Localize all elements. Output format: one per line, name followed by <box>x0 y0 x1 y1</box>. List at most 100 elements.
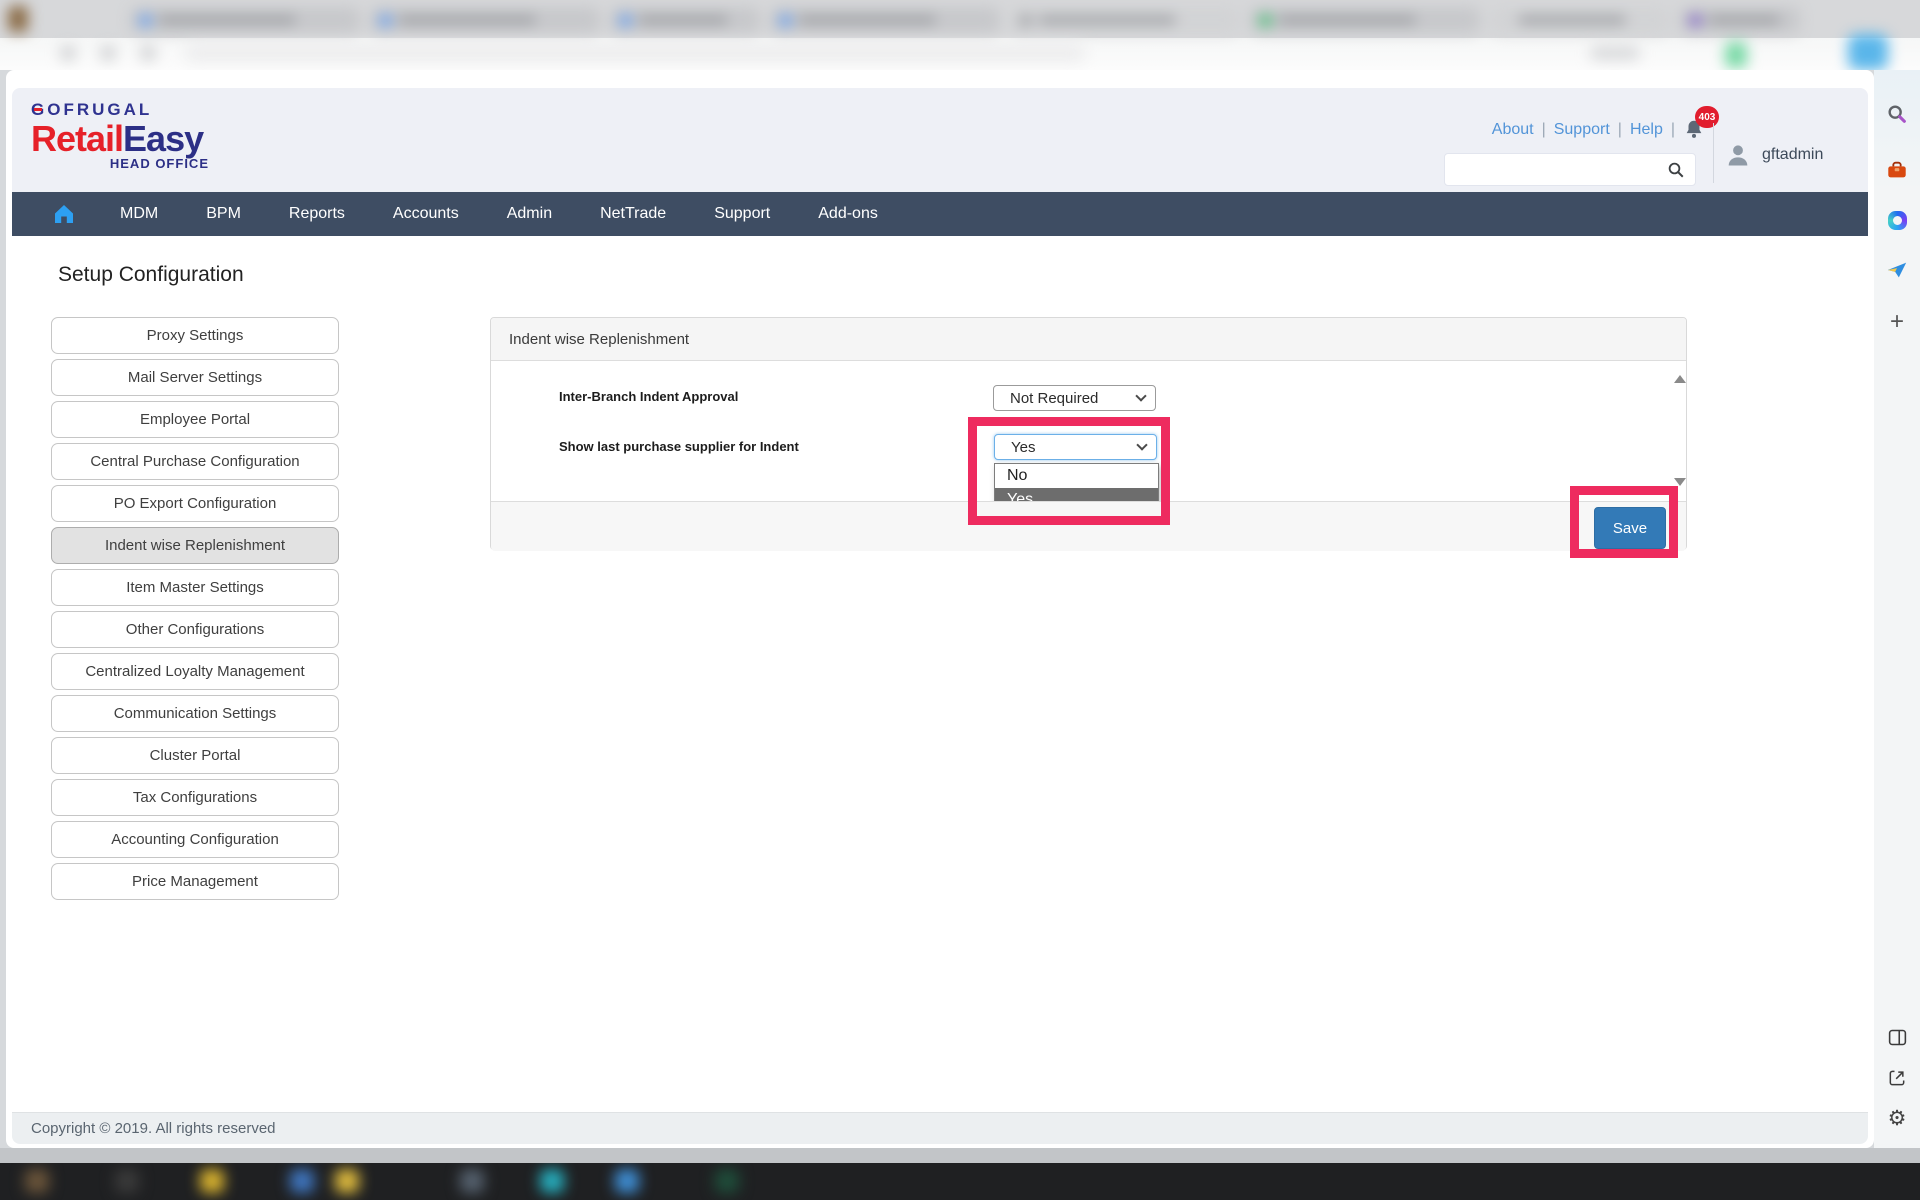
browser-tab[interactable] <box>1680 7 1800 33</box>
show-last-purchase-supplier-select[interactable]: Yes <box>994 434 1157 460</box>
nav-item-bpm[interactable]: BPM <box>182 192 265 236</box>
nav-item-nettrade[interactable]: NetTrade <box>576 192 690 236</box>
sidebar-item-employee-portal[interactable]: Employee Portal <box>51 401 339 438</box>
user-avatar-icon <box>1724 141 1752 169</box>
chevron-down-icon <box>1136 439 1147 450</box>
sidebar-item-tax-configurations[interactable]: Tax Configurations <box>51 779 339 816</box>
nav-item-addons[interactable]: Add-ons <box>794 192 902 236</box>
browser-chrome <box>0 0 1920 70</box>
nav-item-admin[interactable]: Admin <box>483 192 576 236</box>
nav-item-reports[interactable]: Reports <box>265 192 369 236</box>
taskbar-icon[interactable] <box>335 1169 359 1193</box>
help-link[interactable]: Help <box>1630 121 1663 139</box>
sidebar-item-mail-server-settings[interactable]: Mail Server Settings <box>51 359 339 396</box>
sidebar-item-other-configurations[interactable]: Other Configurations <box>51 611 339 648</box>
search-icon[interactable] <box>1667 161 1685 179</box>
notification-badge: 403 <box>1695 106 1719 128</box>
settings-sidebar: Proxy Settings Mail Server Settings Empl… <box>51 317 339 905</box>
sidebar-search-button[interactable] <box>1885 102 1909 126</box>
browser-tab[interactable] <box>1010 7 1240 33</box>
nav-item-accounts[interactable]: Accounts <box>369 192 483 236</box>
nav-item-support[interactable]: Support <box>690 192 794 236</box>
sidebar-item-accounting-configuration[interactable]: Accounting Configuration <box>51 821 339 858</box>
taskbar-icon[interactable] <box>115 1169 139 1193</box>
sidebar-shopping-button[interactable] <box>1885 158 1909 182</box>
main-navbar: MDM BPM Reports Accounts Admin NetTrade … <box>12 192 1868 236</box>
browser-chrome-blur <box>0 0 1920 70</box>
sidebar-add-button[interactable]: + <box>1885 310 1909 334</box>
taskbar-icon[interactable] <box>25 1169 49 1193</box>
window-bottom-edge <box>0 1148 1920 1163</box>
chevron-down-icon <box>1135 390 1146 401</box>
panel-footer: Save <box>491 501 1686 551</box>
copyright-text: Copyright © 2019. All rights reserved <box>31 1120 276 1137</box>
sidebar-item-proxy-settings[interactable]: Proxy Settings <box>51 317 339 354</box>
username: gftadmin <box>1762 146 1823 164</box>
support-link[interactable]: Support <box>1554 121 1610 139</box>
copilot-icon[interactable] <box>1848 34 1888 70</box>
gofrugal-logo: GOFRUGAL RetailEasy HEAD OFFICE <box>31 100 231 171</box>
sidebar-item-centralized-loyalty-management[interactable]: Centralized Loyalty Management <box>51 653 339 690</box>
sidebar-open-external-button[interactable] <box>1885 1066 1909 1090</box>
sidebar-item-cluster-portal[interactable]: Cluster Portal <box>51 737 339 774</box>
panel-title: Indent wise Replenishment <box>491 318 1686 361</box>
page-title: Setup Configuration <box>58 263 244 287</box>
taskbar-icon[interactable] <box>615 1169 639 1193</box>
retaileasy-page: GOFRUGAL RetailEasy HEAD OFFICE About | … <box>6 70 1874 1148</box>
browser-tab[interactable] <box>370 7 600 33</box>
sidebar-item-price-management[interactable]: Price Management <box>51 863 339 900</box>
home-icon <box>52 202 76 226</box>
plus-icon: + <box>1890 311 1904 333</box>
taskbar-icon[interactable] <box>200 1169 224 1193</box>
taskbar-icon[interactable] <box>540 1169 564 1193</box>
site-header: GOFRUGAL RetailEasy HEAD OFFICE About | … <box>12 88 1868 192</box>
split-screen-icon <box>1887 1027 1908 1048</box>
browser-menu-icon <box>8 6 28 32</box>
search-input[interactable] <box>1445 154 1667 185</box>
header-search-box <box>1444 153 1696 186</box>
sidebar-send-button[interactable] <box>1885 258 1909 282</box>
scroll-down-button[interactable] <box>1674 478 1686 486</box>
browser-tab[interactable] <box>130 7 360 33</box>
header-divider <box>1713 123 1714 183</box>
sidebar-settings-button[interactable]: ⚙ <box>1885 1106 1909 1130</box>
field-label-show-last-purchase-supplier: Show last purchase supplier for Indent <box>559 439 799 454</box>
sidebar-microsoft365-button[interactable] <box>1885 208 1909 232</box>
browser-tab[interactable] <box>1250 7 1480 33</box>
save-button[interactable]: Save <box>1594 507 1666 549</box>
dropdown-option-no[interactable]: No <box>995 464 1158 488</box>
about-link[interactable]: About <box>1492 121 1534 139</box>
browser-tab[interactable] <box>610 7 760 33</box>
sidebar-item-item-master-settings[interactable]: Item Master Settings <box>51 569 339 606</box>
page-footer: Copyright © 2019. All rights reserved <box>12 1112 1868 1144</box>
indent-wise-replenishment-panel: Indent wise Replenishment Inter-Branch I… <box>490 317 1687 550</box>
sidebar-item-communication-settings[interactable]: Communication Settings <box>51 695 339 732</box>
edge-sidebar: + ⚙ <box>1874 70 1920 1148</box>
shopping-icon <box>1886 159 1908 181</box>
sidebar-item-indent-wise-replenishment[interactable]: Indent wise Replenishment <box>51 527 339 564</box>
external-link-icon <box>1887 1068 1907 1088</box>
brand-name: GOFRUGAL <box>31 100 231 120</box>
taskbar-icon[interactable] <box>460 1169 484 1193</box>
notifications-button[interactable]: 403 <box>1683 118 1707 142</box>
product-name: RetailEasy <box>31 120 231 158</box>
sidebar-item-central-purchase-configuration[interactable]: Central Purchase Configuration <box>51 443 339 480</box>
sidebar-split-screen-button[interactable] <box>1885 1025 1909 1049</box>
screen: GOFRUGAL RetailEasy HEAD OFFICE About | … <box>0 0 1920 1200</box>
nav-home-button[interactable] <box>52 202 76 226</box>
taskbar-blur <box>0 1163 1920 1200</box>
settings-icon: ⚙ <box>1888 1106 1907 1130</box>
header-links: About | Support | Help | 403 <box>1407 118 1707 142</box>
browser-tab[interactable] <box>1490 7 1670 33</box>
sidebar-item-po-export-configuration[interactable]: PO Export Configuration <box>51 485 339 522</box>
taskbar-icon[interactable] <box>715 1169 739 1193</box>
taskbar-icon[interactable] <box>290 1169 314 1193</box>
scroll-up-button[interactable] <box>1674 375 1686 383</box>
nav-item-mdm[interactable]: MDM <box>96 192 182 236</box>
browser-tab[interactable] <box>770 7 1000 33</box>
field-label-inter-branch-indent-approval: Inter-Branch Indent Approval <box>559 389 738 404</box>
brand-g-accent <box>34 108 42 111</box>
inter-branch-indent-approval-select[interactable]: Not Required <box>993 385 1156 411</box>
address-bar[interactable] <box>185 44 1085 62</box>
user-menu[interactable]: gftadmin <box>1724 141 1823 169</box>
